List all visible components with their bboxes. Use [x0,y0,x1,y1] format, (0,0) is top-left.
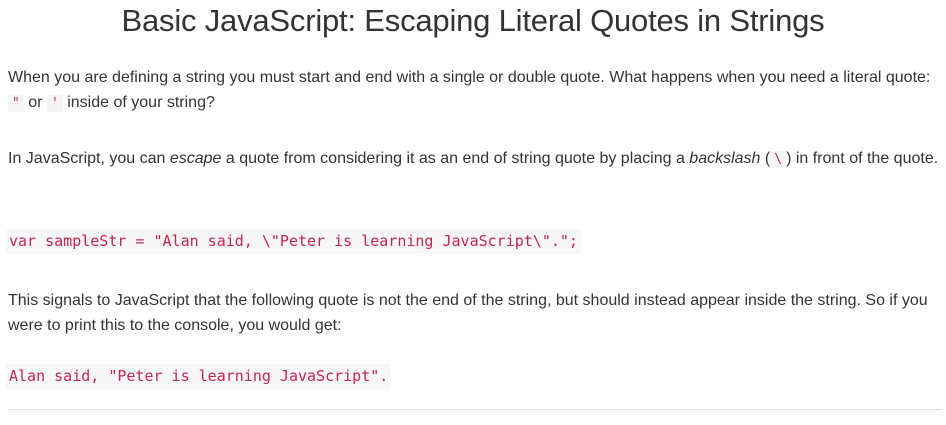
console-output-block: Alan said, "Peter is learning JavaScript… [6,364,392,389]
intro-text-b: or [23,94,47,111]
section-divider [8,409,942,410]
escape-text-b: a quote from considering it as an end of… [221,150,690,167]
inline-code-backslash: \ [770,151,787,168]
intro-text-c: inside of your string? [62,94,215,111]
escape-text-a: In JavaScript, you can [8,150,170,167]
escape-paragraph: In JavaScript, you can escape a quote fr… [8,146,942,172]
inline-code-double-quote: " [8,95,24,112]
intro-text-a: When you are defining a string you must … [8,69,931,86]
escape-emphasis: escape [169,150,222,167]
escape-text-c: ( [760,150,771,167]
page-title: Basic JavaScript: Escaping Literal Quote… [121,3,825,38]
backslash-emphasis: backslash [689,150,761,167]
inline-code-single-quote: ' [46,95,63,112]
explanation-paragraph: This signals to JavaScript that the foll… [8,292,928,334]
challenge-page: Basic JavaScript: Escaping Literal Quote… [0,0,946,425]
escape-text-d: ) in front of the quote. [786,150,939,167]
intro-paragraph: When you are defining a string you must … [8,65,942,116]
code-example-block: var sampleStr = "Alan said, \"Peter is l… [6,229,581,254]
